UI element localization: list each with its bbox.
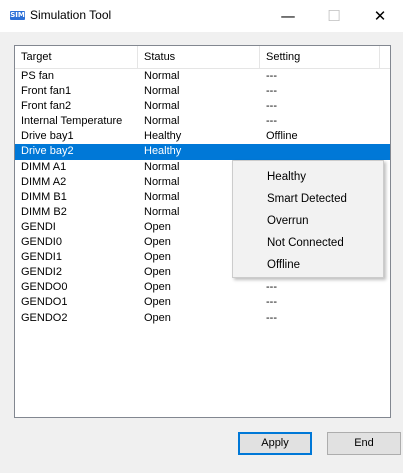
cell-status: Normal: [144, 85, 180, 98]
cell-target: DIMM A2: [21, 175, 67, 188]
menu-item-not-connected[interactable]: Not Connected: [233, 232, 383, 254]
table-row[interactable]: GENDO1 Open ---: [15, 295, 390, 310]
cell-setting: ---: [266, 311, 277, 324]
table-row[interactable]: Drive bay1 Healthy Offline: [15, 129, 390, 144]
cell-target: DIMM B1: [21, 190, 67, 203]
minimize-button[interactable]: —: [265, 0, 311, 32]
cell-target: PS fan: [21, 70, 55, 82]
table-row[interactable]: GENDO0 Open ---: [15, 280, 390, 295]
cell-status: Open: [144, 311, 171, 324]
apply-button[interactable]: Apply: [238, 432, 312, 455]
cell-setting: Offline: [266, 130, 298, 143]
app-icon: SIM: [10, 11, 25, 20]
end-button[interactable]: End: [327, 432, 401, 455]
cell-setting: ---: [266, 70, 277, 82]
window-title: Simulation Tool: [30, 8, 112, 22]
cell-setting: ---: [266, 281, 277, 294]
cell-target: GENDO1: [21, 296, 68, 309]
title-bar[interactable]: SIM Simulation Tool — ☐ ✕: [0, 0, 403, 32]
menu-item-healthy[interactable]: Healthy: [233, 166, 383, 188]
cell-status: Normal: [144, 100, 180, 113]
table-row[interactable]: Drive bay2 Healthy: [15, 144, 390, 160]
cell-status: Healthy: [144, 145, 182, 158]
column-header-setting[interactable]: Setting: [260, 46, 380, 68]
cell-status: Open: [144, 281, 171, 294]
cell-target: DIMM B2: [21, 205, 67, 218]
cell-status: Healthy: [144, 130, 182, 143]
cell-target: DIMM A1: [21, 160, 67, 173]
cell-setting: ---: [266, 85, 277, 98]
cell-target: GENDI0: [21, 236, 62, 249]
cell-setting: ---: [266, 100, 277, 113]
list-header: Target Status Setting: [15, 46, 390, 69]
cell-target: Drive bay2: [21, 145, 74, 158]
cell-target: GENDI2: [21, 266, 62, 279]
table-row[interactable]: Front fan1 Normal ---: [15, 84, 390, 99]
cell-setting: ---: [266, 296, 277, 309]
table-row[interactable]: Front fan2 Normal ---: [15, 99, 390, 114]
cell-setting: ---: [266, 115, 277, 128]
cell-target: GENDO0: [21, 281, 68, 294]
menu-item-smart-detected[interactable]: Smart Detected: [233, 188, 383, 210]
cell-target: Front fan1: [21, 85, 72, 98]
table-row[interactable]: Internal Temperature Normal ---: [15, 114, 390, 129]
cell-target: Front fan2: [21, 100, 72, 113]
cell-status: Normal: [144, 70, 180, 82]
cell-target: GENDO2: [21, 311, 68, 324]
table-row[interactable]: PS fan Normal ---: [15, 69, 390, 84]
cell-status: Open: [144, 296, 171, 309]
status-context-menu: Healthy Smart Detected Overrun Not Connecte…: [232, 160, 384, 278]
column-header-target[interactable]: Target: [15, 46, 138, 68]
maximize-button: ☐: [327, 7, 341, 25]
cell-target: Internal Temperature: [21, 115, 123, 128]
menu-item-overrun[interactable]: Overrun: [233, 210, 383, 232]
column-header-status[interactable]: Status: [138, 46, 260, 68]
close-button[interactable]: ✕: [357, 0, 403, 32]
cell-target: Drive bay1: [21, 130, 74, 143]
cell-status: Normal: [144, 115, 180, 128]
cell-target: GENDI: [21, 220, 56, 233]
cell-target: GENDI1: [21, 251, 62, 264]
simulation-tool-window: SIM Simulation Tool — ☐ ✕ Target Status …: [0, 0, 403, 473]
menu-item-offline[interactable]: Offline: [233, 254, 383, 276]
table-row[interactable]: GENDO2 Open ---: [15, 311, 390, 326]
